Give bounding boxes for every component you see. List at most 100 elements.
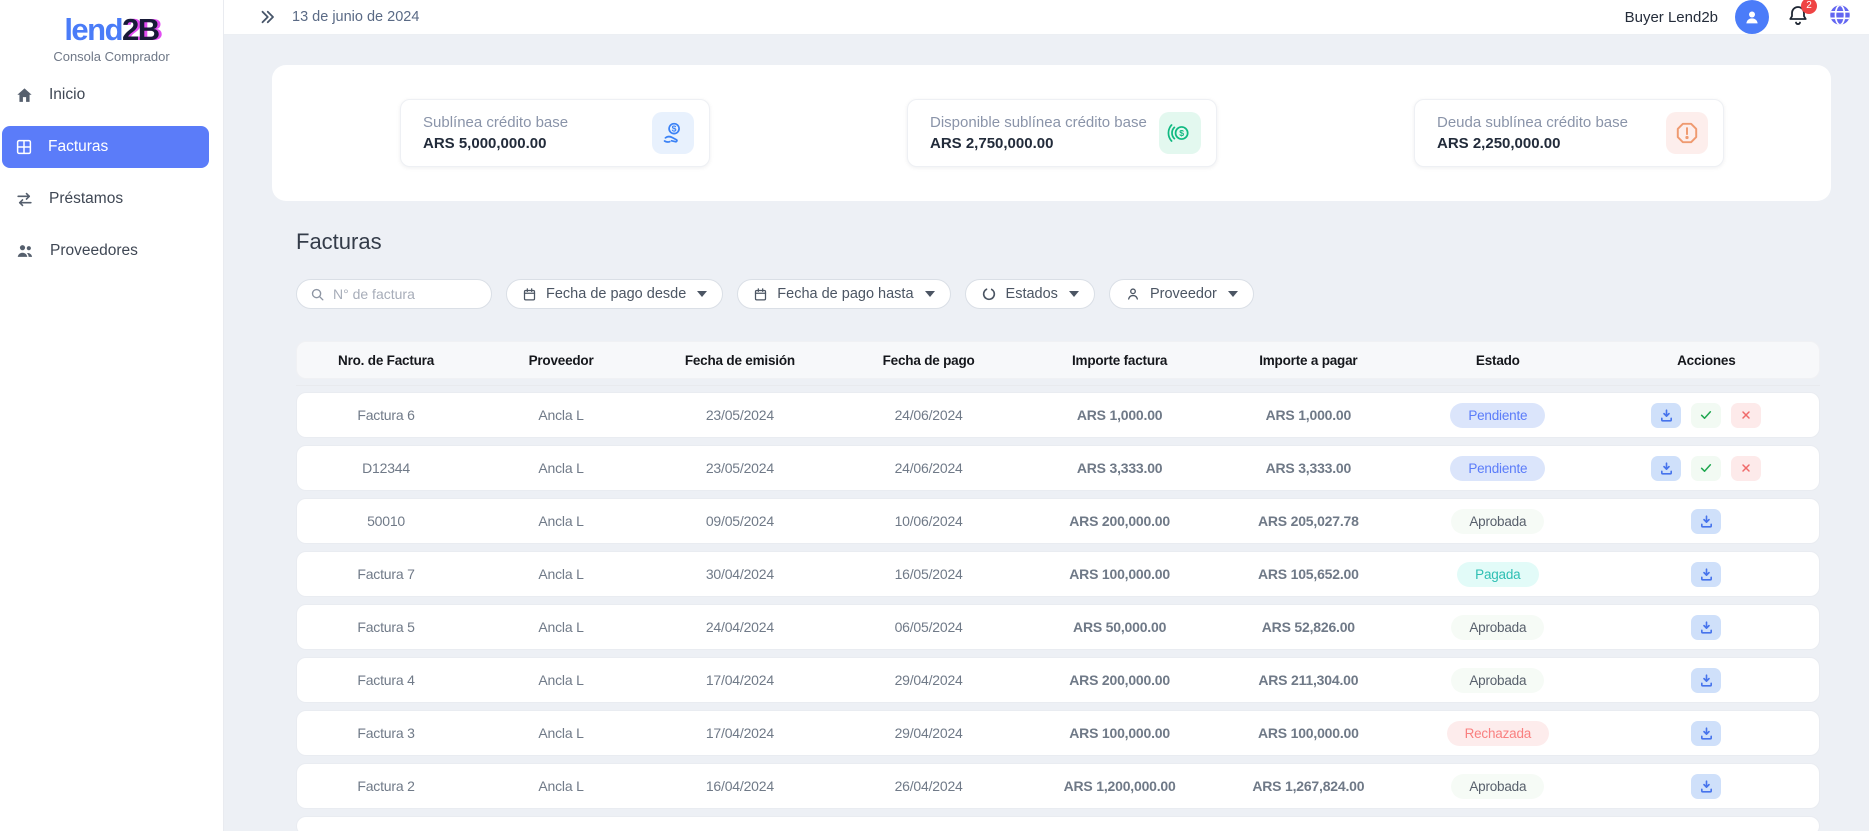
grid-icon	[15, 138, 33, 156]
collapse-sidebar-icon[interactable]	[258, 8, 276, 26]
cell-issue-date: 23/05/2024	[647, 460, 833, 476]
approve-invoice-button[interactable]	[1691, 456, 1721, 481]
credit-summary-panel: Sublínea crédito baseARS 5,000,000.00 $ Di…	[272, 65, 1831, 201]
cell-payable-amount: ARS 3,333.00	[1215, 460, 1402, 476]
globe-icon	[1827, 2, 1853, 28]
download-icon	[1699, 567, 1714, 582]
summary-card-icon-box: $	[1159, 112, 1201, 154]
filter-proveedor[interactable]: Proveedor	[1109, 279, 1254, 309]
cell-payable-amount: ARS 52,826.00	[1215, 619, 1402, 635]
cell-provider: Ancla L	[475, 672, 647, 688]
calendar-icon	[522, 287, 537, 302]
table-row: Factura 2Ancla L16/04/202426/04/2024ARS …	[296, 763, 1820, 809]
user-name: Buyer Lend2b	[1625, 9, 1718, 26]
cell-invoice-amount: ARS 1,200,000.00	[1024, 778, 1214, 794]
download-invoice-button[interactable]	[1691, 615, 1721, 640]
caret-down-icon	[1228, 291, 1238, 297]
approve-invoice-button[interactable]	[1691, 403, 1721, 428]
topbar: 13 de junio de 2024 Buyer Lend2b 2	[224, 0, 1869, 35]
cell-actions	[1594, 456, 1819, 481]
cell-due-date: 24/06/2024	[833, 407, 1025, 423]
cell-invoice-number: Factura 5	[297, 619, 475, 635]
download-invoice-button[interactable]	[1651, 456, 1681, 481]
topbar-right: Buyer Lend2b 2	[1625, 0, 1853, 34]
cell-issue-date: 23/05/2024	[647, 407, 833, 423]
cell-due-date: 06/05/2024	[833, 619, 1025, 635]
summary-card-value: ARS 5,000,000.00	[423, 135, 568, 152]
summary-card-text: Deuda sublínea crédito baseARS 2,250,000…	[1437, 114, 1628, 152]
cell-due-date: 10/06/2024	[833, 513, 1025, 529]
cell-status: Aprobada	[1402, 668, 1594, 693]
status-circle-icon	[981, 286, 997, 302]
download-icon	[1699, 620, 1714, 635]
svg-text:$: $	[1179, 128, 1184, 138]
brand-logo: lend2B Consola Comprador	[0, 0, 223, 64]
status-badge: Pagada	[1457, 562, 1538, 587]
summary-card-text: Sublínea crédito baseARS 5,000,000.00	[423, 114, 568, 152]
table-row: Factura 7Ancla L30/04/202416/05/2024ARS …	[296, 551, 1820, 597]
x-icon	[1740, 409, 1752, 421]
cell-due-date: 29/04/2024	[833, 672, 1025, 688]
reject-invoice-button[interactable]	[1731, 456, 1761, 481]
cell-invoice-amount: ARS 3,333.00	[1024, 460, 1214, 476]
coins-icon: $	[1167, 120, 1193, 146]
filter-fecha-de-pago-hasta[interactable]: Fecha de pago hasta	[737, 279, 950, 309]
table-row: Factura 6Ancla L23/05/202424/06/2024ARS …	[296, 392, 1820, 438]
download-invoice-button[interactable]	[1691, 668, 1721, 693]
sidebar-item-facturas[interactable]: Facturas	[2, 126, 209, 168]
language-button[interactable]	[1827, 2, 1853, 33]
download-icon	[1699, 726, 1714, 741]
invoice-search[interactable]	[296, 279, 492, 309]
user-avatar[interactable]	[1735, 0, 1769, 34]
notification-badge: 2	[1801, 0, 1817, 14]
sidebar-nav: Inicio Facturas Préstamos Proveedores	[0, 74, 223, 272]
download-invoice-button[interactable]	[1691, 774, 1721, 799]
cell-status: Pendiente	[1402, 456, 1594, 481]
sidebar-item-prestamos[interactable]: Préstamos	[2, 178, 209, 220]
cell-invoice-number: Factura 2	[297, 778, 475, 794]
search-icon	[310, 287, 325, 302]
cell-issue-date: 30/04/2024	[647, 566, 833, 582]
cell-payable-amount: ARS 205,027.78	[1215, 513, 1402, 529]
logo-part-2b: 2B	[122, 12, 159, 47]
check-icon	[1699, 461, 1713, 475]
logo-text: lend2B	[0, 12, 223, 48]
status-badge: Aprobada	[1451, 668, 1544, 693]
sidebar: lend2B Consola Comprador Inicio Facturas P…	[0, 0, 224, 831]
reject-invoice-button[interactable]	[1731, 403, 1761, 428]
invoices-table: Nro. de FacturaProveedorFecha de emisión…	[296, 341, 1820, 831]
notifications-button[interactable]: 2	[1786, 3, 1810, 32]
summary-card-deuda-sublinea-credito-base: Deuda sublínea crédito baseARS 2,250,000…	[1414, 99, 1724, 167]
status-badge: Rechazada	[1447, 721, 1550, 746]
status-badge: Aprobada	[1451, 509, 1544, 534]
sidebar-item-proveedores[interactable]: Proveedores	[2, 230, 209, 272]
table-header-row: Nro. de FacturaProveedorFecha de emisión…	[296, 341, 1820, 379]
status-badge: Pendiente	[1450, 456, 1545, 481]
download-invoice-button[interactable]	[1691, 721, 1721, 746]
status-badge: Aprobada	[1451, 774, 1544, 799]
table-row: 50010Ancla L09/05/202410/06/2024ARS 200,…	[296, 498, 1820, 544]
cell-actions	[1594, 615, 1819, 640]
caret-down-icon	[697, 291, 707, 297]
people-icon	[15, 241, 35, 261]
cell-invoice-amount: ARS 50,000.00	[1024, 619, 1214, 635]
cell-invoice-amount: ARS 200,000.00	[1024, 672, 1214, 688]
summary-card-label: Disponible sublínea crédito base	[930, 114, 1147, 131]
download-invoice-button[interactable]	[1691, 562, 1721, 587]
summary-card-text: Disponible sublínea crédito base ARS 2,75…	[930, 114, 1147, 152]
search-input[interactable]	[333, 286, 478, 302]
download-invoice-button[interactable]	[1651, 403, 1681, 428]
cell-invoice-number: 50010	[297, 513, 475, 529]
sidebar-item-label: Inicio	[49, 86, 85, 104]
download-invoice-button[interactable]	[1691, 509, 1721, 534]
sidebar-item-inicio[interactable]: Inicio	[2, 74, 209, 116]
cell-invoice-amount: ARS 1,000.00	[1024, 407, 1214, 423]
summary-card-value: ARS 2,750,000.00	[930, 135, 1147, 152]
cell-actions	[1594, 721, 1819, 746]
cell-invoice-number: Factura 6	[297, 407, 475, 423]
cell-provider: Ancla L	[475, 407, 647, 423]
cell-due-date: 29/04/2024	[833, 725, 1025, 741]
filter-estados[interactable]: Estados	[965, 279, 1095, 309]
filter-fecha-de-pago-desde[interactable]: Fecha de pago desde	[506, 279, 723, 309]
download-icon	[1659, 408, 1674, 423]
